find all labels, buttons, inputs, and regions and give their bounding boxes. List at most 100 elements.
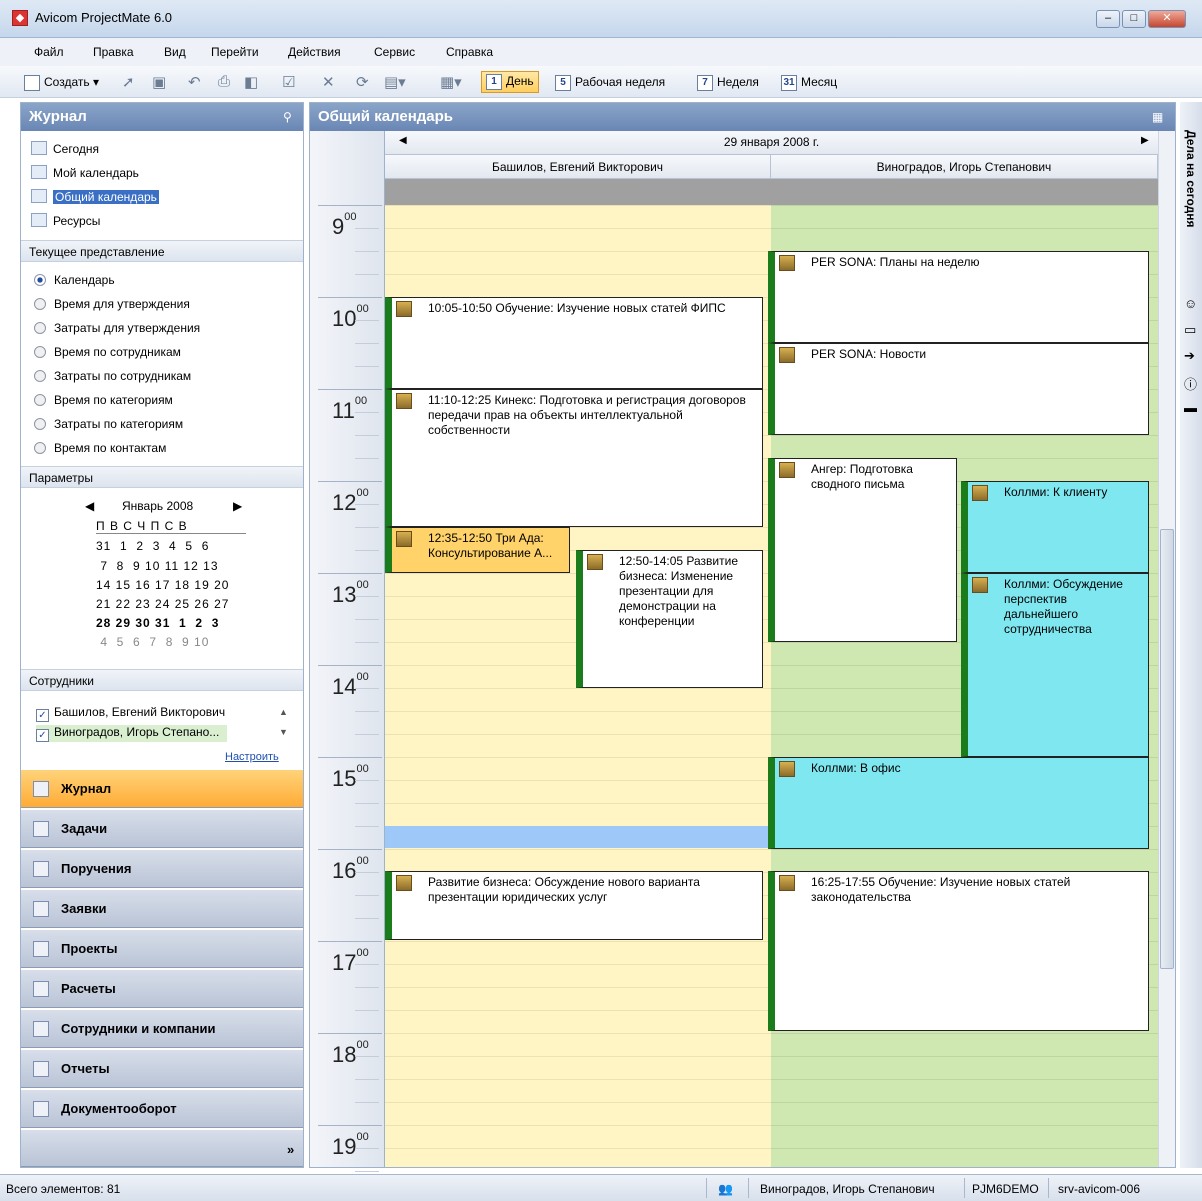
menu-service[interactable]: Сервис [374, 45, 415, 59]
view-time-staff-radio[interactable]: Время по сотрудникам [34, 345, 181, 359]
checkbox-checked-icon[interactable]: ✓ [36, 729, 49, 742]
appointment[interactable]: 16:25-17:55 Обучение: Изучение новых ста… [768, 871, 1149, 1031]
folder-icon [33, 1101, 49, 1117]
quarter-line [355, 803, 379, 804]
staff-scroll-down[interactable]: ▼ [279, 727, 288, 737]
minical-week[interactable]: 14 15 16 17 18 19 20 [96, 578, 246, 592]
nav-today[interactable]: Сегодня [31, 141, 99, 156]
appointment[interactable]: PER SONA: Новости [768, 343, 1149, 435]
nav-reports-button[interactable]: Отчеты [21, 1049, 303, 1088]
minical-week[interactable]: 7 8 9 10 11 12 13 [96, 559, 246, 573]
configure-link[interactable]: Настроить [225, 751, 279, 763]
preview-icon[interactable]: ◧ [244, 73, 258, 91]
create-label: Создать [44, 75, 90, 90]
nav-shared-calendar[interactable]: Общий календарь [31, 189, 159, 204]
view-costs-approval-radio[interactable]: Затраты для утверждения [34, 321, 200, 335]
properties-icon[interactable]: ☑ [282, 73, 295, 91]
view-time-category-radio[interactable]: Время по категориям [34, 393, 173, 407]
todo-bar[interactable] [1180, 102, 1202, 1168]
folder-icon[interactable]: ▬ [1184, 400, 1197, 415]
staff-item[interactable]: ✓ Виноградов, Игорь Степано... [36, 725, 228, 742]
note-icon[interactable]: ▭ [1184, 322, 1196, 338]
nav-contacts-button[interactable]: Сотрудники и компании [21, 1009, 303, 1048]
view-time-approval-radio[interactable]: Время для утверждения [34, 297, 190, 311]
nav-my-calendar[interactable]: Мой календарь [31, 165, 139, 180]
quarter-line [355, 412, 379, 413]
save-icon[interactable]: ▣ [152, 73, 166, 91]
appointment[interactable]: Развитие бизнеса: Обсуждение нового вари… [385, 871, 763, 940]
appointment[interactable]: Коллми: К клиенту [961, 481, 1149, 573]
month-view-button[interactable]: 31 Месяц [781, 75, 837, 91]
view-calendar-radio[interactable]: Календарь [34, 273, 115, 287]
menu-go[interactable]: Перейти [211, 45, 259, 59]
menu-edit[interactable]: Правка [93, 45, 134, 59]
grid-view-icon[interactable]: ▦ [1152, 110, 1163, 124]
nav-requests-button[interactable]: Заявки [21, 889, 303, 928]
next-month-arrow[interactable]: ▶ [233, 499, 242, 513]
appointment[interactable]: 12:35-12:50 Три Ада: Консультирование А.… [385, 527, 570, 573]
minutes-label: 00 [356, 947, 369, 959]
maximize-button[interactable]: □ [1122, 10, 1146, 28]
appointment[interactable]: Коллми: Обсуждение перспектив дальнейшег… [961, 573, 1149, 757]
undo-icon[interactable]: ↶ [188, 73, 201, 91]
vertical-scrollbar[interactable] [1158, 131, 1175, 1167]
appointment-text: PER SONA: Новости [811, 347, 927, 361]
appointment[interactable]: 11:10-12:25 Кинекс: Подготовка и регистр… [385, 389, 763, 527]
nav-resources-label: Ресурсы [53, 214, 101, 228]
nav-documents-button[interactable]: Документооборот [21, 1089, 303, 1128]
hour-number: 15 [332, 766, 357, 791]
checkbox-checked-icon[interactable]: ✓ [36, 709, 49, 722]
appointment[interactable]: 12:50-14:05 Развитие бизнеса: Изменение … [576, 550, 763, 688]
nav-resources[interactable]: Ресурсы [31, 213, 100, 228]
minical-week-current[interactable]: 28 29 30 31 1 2 3 [96, 616, 246, 630]
prev-day-arrow[interactable]: ◀ [399, 135, 407, 146]
person-header[interactable]: Виноградов, Игорь Степанович [771, 155, 1158, 179]
minimize-button[interactable]: – [1096, 10, 1120, 28]
week-view-button[interactable]: 7 Неделя [697, 75, 759, 91]
person-header[interactable]: Башилов, Евгений Викторович [385, 155, 771, 179]
layout-icon[interactable]: ▤▾ [384, 73, 406, 91]
view-costs-category-radio[interactable]: Затраты по категориям [34, 417, 183, 431]
view-time-contacts-radio[interactable]: Время по контактам [34, 441, 166, 455]
menu-file[interactable]: Файл [34, 45, 64, 59]
scrollbar-thumb[interactable] [1160, 529, 1174, 969]
nav-projects-button[interactable]: Проекты [21, 929, 303, 968]
nav-assignments-button[interactable]: Поручения [21, 849, 303, 888]
menu-help[interactable]: Справка [446, 45, 493, 59]
forward-icon[interactable]: ➚ [122, 73, 135, 91]
status-bar: Всего элементов: 81 👥 Виноградов, Игорь … [0, 1174, 1202, 1201]
todo-bar-label[interactable]: Дела на сегодня [1184, 130, 1198, 227]
delete-icon[interactable]: ✕ [322, 73, 335, 91]
print-icon[interactable]: ⎙ [218, 73, 230, 90]
appointment[interactable]: PER SONA: Планы на неделю [768, 251, 1149, 343]
nav-more-button[interactable]: » [21, 1129, 303, 1167]
prev-month-arrow[interactable]: ◀ [85, 499, 94, 513]
minical-week[interactable]: 4 5 6 7 8 9 10 [96, 635, 246, 649]
grid-icon[interactable]: ▦▾ [440, 73, 462, 91]
staff-item[interactable]: ✓ Башилов, Евгений Викторович [36, 705, 225, 722]
minical-week[interactable]: 21 22 23 24 25 26 27 [96, 597, 246, 611]
time-selection[interactable] [385, 826, 771, 848]
nav-tasks-button[interactable]: Задачи [21, 809, 303, 848]
appointment[interactable]: Ангер: Подготовка сводного письма [768, 458, 957, 642]
all-day-area[interactable] [385, 179, 1158, 205]
create-button[interactable]: Создать ▾ [24, 75, 99, 91]
nav-calculations-button[interactable]: Расчеты [21, 969, 303, 1008]
staff-scroll-up[interactable]: ▲ [279, 707, 288, 717]
contact-icon[interactable]: ☺ [1184, 296, 1197, 311]
menu-view[interactable]: Вид [164, 45, 186, 59]
day-view-button[interactable]: 1 День [481, 71, 539, 93]
refresh-icon[interactable]: ⟳ [356, 73, 369, 91]
pin-icon[interactable]: ⚲ [283, 110, 292, 124]
forward-icon[interactable]: ➔ [1184, 348, 1195, 364]
close-button[interactable]: ✕ [1148, 10, 1186, 28]
info-icon[interactable]: ⓘ [1184, 374, 1197, 393]
menu-actions[interactable]: Действия [288, 45, 341, 59]
appointment[interactable]: 10:05-10:50 Обучение: Изучение новых ста… [385, 297, 763, 389]
appointment[interactable]: Коллми: В офис [768, 757, 1149, 849]
view-costs-staff-radio[interactable]: Затраты по сотрудникам [34, 369, 191, 383]
workweek-view-button[interactable]: 5 Рабочая неделя [555, 75, 665, 91]
minical-week[interactable]: 31 1 2 3 4 5 6 [96, 539, 246, 553]
next-day-arrow[interactable]: ▶ [1141, 135, 1149, 146]
nav-journal-button[interactable]: Журнал [21, 769, 303, 808]
